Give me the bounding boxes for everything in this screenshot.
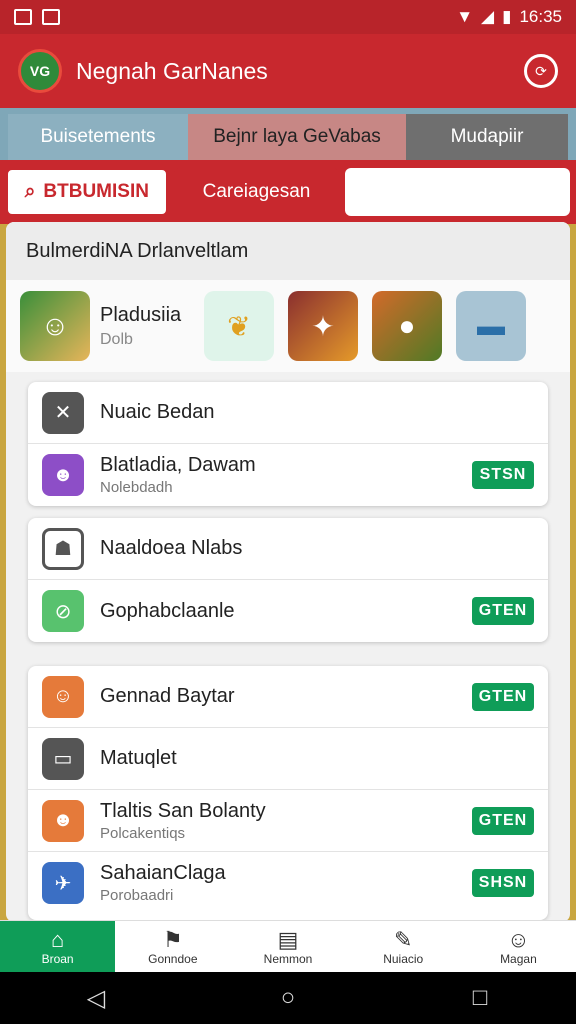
list-item[interactable]: ✕ Nuaic Bedan: [28, 382, 548, 444]
list-item-title: Gennad Baytar: [100, 685, 235, 707]
wifi-icon: ▼: [456, 7, 474, 26]
main-card: BulmerdiNA Drlanveltlam ☺ Pladusiia Dolb…: [6, 222, 570, 922]
battery-icon: ▮: [502, 7, 512, 26]
featured-subtitle: Dolb: [100, 330, 133, 348]
search-chip[interactable]: ⌕ BTBUMISIN: [6, 168, 168, 216]
flag-icon: ⚑: [162, 926, 183, 952]
list-item-title: Matuqlet: [100, 747, 177, 769]
blank-chip[interactable]: [345, 168, 570, 216]
app-notification-icon: [42, 9, 60, 25]
person-icon: ☺: [507, 926, 530, 952]
tab-third[interactable]: Mudapiir: [406, 114, 568, 160]
status-bar: ▼ ◢ ▮ 16:35: [0, 0, 576, 34]
nav-label: Magan: [500, 951, 537, 966]
slash-game-icon: ⊘: [42, 590, 84, 632]
get-button[interactable]: SHSN: [472, 869, 534, 897]
nav-edit[interactable]: ✎ Nuiacio: [346, 921, 461, 972]
nav-home[interactable]: ⌂ Broan: [0, 921, 116, 972]
list-item-subtitle: Porobaadri: [100, 887, 174, 904]
app-bar: VG Negnah GarNanes ⟳: [0, 34, 576, 108]
refresh-icon[interactable]: ⟳: [524, 54, 558, 88]
nav-label: Gonndoe: [148, 951, 198, 966]
cannon-game-icon[interactable]: ●: [372, 291, 442, 361]
list-item[interactable]: ☺ Gennad Baytar GTEN: [28, 666, 548, 728]
home-icon: ⌂: [50, 926, 65, 952]
list-item-subtitle: Nolebdadh: [100, 479, 173, 496]
list-item-title: Nuaic Bedan: [100, 401, 215, 423]
list-item[interactable]: ☻ Tlaltis San Bolanty Polcakentiqs GTEN: [28, 790, 548, 852]
puzzle-game-icon[interactable]: ❦: [204, 291, 274, 361]
edit-icon: ✎: [393, 926, 413, 952]
nav-news[interactable]: ▤ Nemmon: [230, 921, 345, 972]
app-title: Negnah GarNanes: [76, 57, 268, 84]
search-icon: ⌕: [24, 181, 36, 202]
bottom-navigation: ⌂ Broan ⚑ Gonndoe ▤ Nemmon ✎ Nuiacio ☺ M…: [0, 920, 576, 972]
girl-game-icon: ☻: [42, 799, 84, 842]
list-item-title: Naaldoea Nlabs: [100, 537, 243, 559]
battery-game-icon[interactable]: ▬: [456, 291, 526, 361]
tab-second[interactable]: Bejnr laya GeVabas: [188, 114, 406, 160]
list-card-2: ☗ Naaldoea Nlabs ⊘ Gophabclaanle GTEN: [28, 518, 548, 642]
nav-label: Nemmon: [263, 951, 313, 966]
back-icon[interactable]: ◁: [66, 984, 126, 1013]
character-game-icon: ☻: [42, 454, 84, 496]
clock: 16:35: [519, 7, 562, 26]
weapon-game-icon[interactable]: ✦: [288, 291, 358, 361]
get-button[interactable]: STSN: [472, 461, 534, 489]
signal-icon: ◢: [481, 7, 495, 26]
section-title: BulmerdiNA Drlanveltlam: [6, 222, 570, 280]
list-item[interactable]: ☗ Naaldoea Nlabs: [28, 518, 548, 580]
news-icon: ▤: [277, 926, 299, 952]
storefront-icon: ▭: [42, 737, 84, 780]
list-card-3: ☺ Gennad Baytar GTEN ▭ Matuqlet ☻ Tlalti…: [28, 666, 548, 920]
list-item-subtitle: Polcakentiqs: [100, 824, 186, 842]
get-button[interactable]: GTEN: [472, 806, 534, 835]
featured-game-icon: ☺: [20, 291, 90, 361]
featured-item[interactable]: ☺ Pladusiia Dolb: [20, 291, 190, 361]
segment-tabs: Buisetements Bejnr laya GeVabas Mudapiir: [0, 108, 576, 166]
app-logo: VG: [18, 49, 62, 93]
list-item-title: Gophabclaanle: [100, 599, 235, 622]
plane-game-icon: ✈: [42, 862, 84, 904]
nav-profile[interactable]: ☺ Magan: [461, 921, 576, 972]
list-item[interactable]: ✈ SahaianClaga Porobaadri SHSN: [28, 852, 548, 914]
home-circle-icon[interactable]: ○: [258, 984, 318, 1012]
category-chip[interactable]: Careiagesan: [173, 168, 340, 216]
get-button[interactable]: GTEN: [472, 682, 534, 711]
get-button[interactable]: GTEN: [472, 597, 534, 625]
system-navigation-bar: ◁ ○ □: [0, 972, 576, 1024]
list-item-title: Tlaltis San Bolanty: [100, 799, 266, 822]
list-item-title: Blatladia, Dawam: [100, 454, 256, 476]
recents-icon[interactable]: □: [450, 984, 510, 1012]
nav-label: Nuiacio: [383, 951, 424, 966]
gallery-notification-icon: [14, 9, 32, 25]
list-item[interactable]: ⊘ Gophabclaanle GTEN: [28, 580, 548, 642]
ghost-icon: ☗: [42, 527, 84, 570]
filter-chip-row: ⌕ BTBUMISIN Careiagesan: [0, 160, 576, 224]
featured-row: ☺ Pladusiia Dolb ❦ ✦ ● ▬: [6, 280, 570, 372]
tab-first[interactable]: Buisetements: [8, 114, 188, 160]
list-item[interactable]: ▭ Matuqlet: [28, 728, 548, 790]
featured-title: Pladusiia: [100, 303, 182, 326]
close-square-icon: ✕: [42, 391, 84, 434]
list-item-title: SahaianClaga: [100, 862, 226, 884]
nav-label: Broan: [41, 951, 74, 966]
list-item[interactable]: ☻ Blatladia, Dawam Nolebdadh STSN: [28, 444, 548, 506]
list-card-1: ✕ Nuaic Bedan ☻ Blatladia, Dawam Nolebda…: [28, 382, 548, 506]
nav-games[interactable]: ⚑ Gonndoe: [115, 921, 230, 972]
search-chip-label: BTBUMISIN: [43, 181, 149, 202]
hero-game-icon: ☺: [42, 675, 84, 718]
